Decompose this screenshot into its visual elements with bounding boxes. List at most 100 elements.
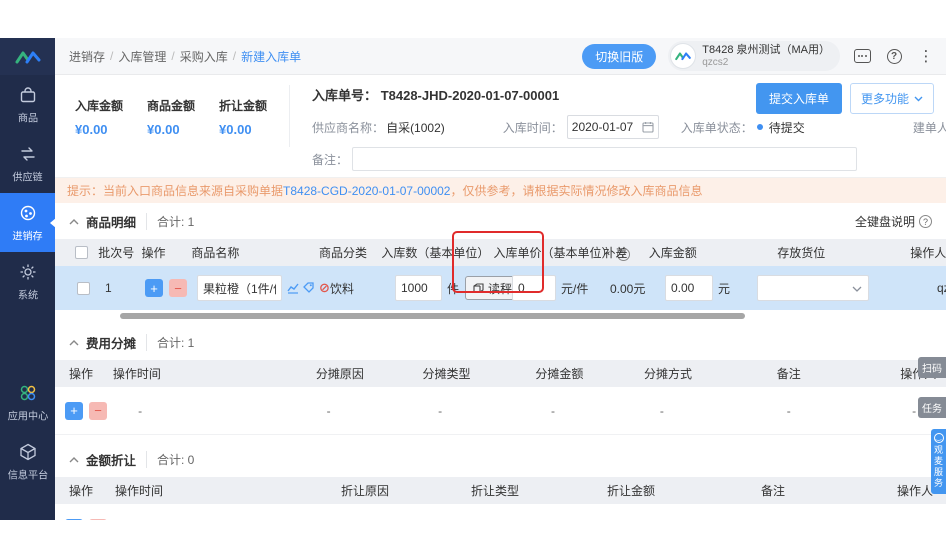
avatar: [670, 43, 697, 69]
breadcrumb-item[interactable]: 采购入库: [180, 48, 228, 65]
submit-inbound-order-button[interactable]: 提交入库单: [755, 83, 842, 114]
hint-text-after: ，仅供参考，请根据实际情况修改入库商品信息: [450, 184, 703, 198]
remark-input[interactable]: [352, 147, 858, 171]
col-op: 操作: [141, 246, 166, 260]
collapse-chevron-icon[interactable]: [69, 456, 79, 463]
section-title: 金额折让: [86, 454, 137, 468]
col-type: 分摊类型: [422, 367, 471, 381]
unit-price-input[interactable]: [512, 275, 556, 301]
section-total: 合计: 0: [146, 451, 194, 468]
sidebar-item-app-center[interactable]: 应用中心: [0, 373, 55, 432]
app-window: 商品 供应链 进销存 系统 应用中心 信息平台 进销存 / 入库管理 / 采购入…: [0, 38, 946, 520]
cell-dash: -: [659, 403, 664, 418]
chevron-down-icon: [852, 286, 862, 292]
order-header-card: 入库金额 ¥0.00 商品金额 ¥0.00 折让金额 ¥0.00 入库单号： T…: [55, 75, 946, 178]
col-time: 操作时间: [115, 484, 164, 498]
qty-input[interactable]: [395, 275, 442, 301]
inbound-time-label: 入库时间：: [502, 120, 563, 135]
horizontal-scrollbar[interactable]: [65, 312, 932, 320]
tag-icon[interactable]: [303, 282, 315, 294]
summary-value: ¥0.00: [147, 122, 180, 137]
amount-discount-row[interactable]: + − - - - - - -: [55, 504, 946, 520]
trend-chart-icon[interactable]: [287, 282, 299, 294]
order-status-label: 入库单状态：: [680, 120, 753, 135]
supply-chain-arrows-icon: [17, 143, 39, 165]
messages-icon[interactable]: [852, 46, 872, 66]
calendar-icon: [642, 122, 654, 133]
product-name-input[interactable]: [197, 275, 282, 301]
category-value: 饮料: [330, 281, 355, 296]
sidebar-item-supply-chain[interactable]: 供应链: [0, 134, 55, 193]
remove-row-button[interactable]: −: [89, 518, 107, 520]
order-no-label: 入库单号：: [312, 88, 378, 103]
cell-dash: -: [551, 403, 556, 418]
source-order-link[interactable]: T8428-CGD-2020-01-07-00002: [283, 184, 450, 198]
task-tab[interactable]: 任务: [918, 397, 946, 418]
switch-old-version-button[interactable]: 切换旧版: [582, 43, 657, 69]
col-operator: 操作人: [910, 246, 946, 260]
summary-label: 折让金额: [219, 99, 268, 113]
col-type: 折让类型: [471, 484, 520, 498]
product-table-header: 批次号 操作 商品名称 商品分类 入库数（基本单位） 入库单价（基本单位） ? …: [55, 239, 946, 266]
keyboard-help-icon[interactable]: ?: [919, 215, 932, 228]
select-all-checkbox[interactable]: [75, 246, 89, 259]
forbidden-icon[interactable]: ⊘: [319, 280, 330, 296]
add-row-button[interactable]: +: [65, 401, 83, 420]
sidebar-item-label: 系统: [17, 290, 38, 302]
source-hint-bar: 提示：当前入口商品信息来源自采购单据T8428-CGD-2020-01-07-0…: [55, 178, 946, 203]
col-amount: 分摊金额: [535, 367, 584, 381]
more-functions-button[interactable]: 更多功能: [849, 83, 934, 114]
breadcrumb-separator: /: [171, 49, 175, 63]
col-price: 入库单价（基本单位） ?: [494, 244, 630, 261]
col-remark: 备注: [776, 367, 801, 381]
col-category: 商品分类: [318, 246, 367, 260]
cost-share-row[interactable]: + − - - - - - - -: [55, 387, 946, 435]
help-icon[interactable]: ?: [884, 46, 904, 66]
scan-code-tab[interactable]: 扫码: [918, 357, 946, 378]
summary-value: ¥0.00: [219, 122, 252, 137]
col-location: 存放货位: [777, 246, 826, 260]
remove-row-button[interactable]: −: [169, 279, 187, 297]
amount-input[interactable]: [665, 275, 713, 301]
header-actions: 提交入库单 更多功能: [755, 83, 934, 114]
scale-icon: [473, 282, 484, 293]
col-batch: 批次号: [98, 246, 135, 260]
col-amount: 折让金额: [607, 484, 656, 498]
collapse-chevron-icon[interactable]: [69, 218, 79, 225]
main-content: 入库金额 ¥0.00 商品金额 ¥0.00 折让金额 ¥0.00 入库单号： T…: [55, 75, 946, 520]
sidebar-item-label: 应用中心: [7, 411, 48, 423]
price-unit: 元/件: [561, 281, 589, 296]
product-detail-section: 商品明细 合计: 1 全键盘说明 ? 批次号 操作 商品名称 商品分类 入库数（…: [55, 203, 946, 320]
add-row-button[interactable]: +: [145, 279, 163, 297]
breadcrumb-item[interactable]: 进销存: [69, 48, 105, 65]
sidebar-item-system[interactable]: 系统: [0, 252, 55, 311]
sidebar-item-inventory[interactable]: 进销存: [0, 193, 56, 252]
add-row-button[interactable]: +: [65, 518, 83, 520]
summary-goods-amount: 商品金额 ¥0.00: [147, 97, 195, 147]
order-status-value: 待提交: [768, 120, 805, 135]
read-scale-button[interactable]: 读秤: [465, 276, 520, 300]
storage-location-select[interactable]: [757, 275, 869, 301]
remove-row-button[interactable]: −: [89, 401, 107, 420]
row-checkbox[interactable]: [76, 281, 90, 295]
operator-value: qzcs2: [937, 281, 946, 295]
sidebar-item-label: 进销存: [12, 231, 43, 243]
amount-unit: 元: [718, 281, 731, 296]
sidebar-item-goods[interactable]: 商品: [0, 75, 55, 134]
collapse-chevron-icon[interactable]: [69, 339, 79, 346]
breadcrumb-item[interactable]: 入库管理: [118, 48, 166, 65]
col-remark: 备注: [761, 484, 786, 498]
kebab-menu-icon[interactable]: ⋮: [916, 46, 936, 66]
app-center-icon: [17, 382, 39, 404]
sidebar-item-info-platform[interactable]: 信息平台: [0, 432, 55, 491]
cell-dash: -: [438, 403, 443, 418]
scrollbar-thumb[interactable]: [120, 313, 745, 319]
remark-label: 备注：: [312, 152, 349, 167]
app-logo[interactable]: [0, 38, 55, 75]
amount-summary: 入库金额 ¥0.00 商品金额 ¥0.00 折让金额 ¥0.00: [69, 85, 291, 147]
service-tab[interactable]: ‿ 观麦服务: [931, 429, 946, 494]
product-row[interactable]: 1 + − ⊘ 饮料: [55, 266, 946, 310]
keyboard-help-label[interactable]: 全键盘说明: [855, 213, 915, 230]
user-account-chip[interactable]: T8428 泉州测试（MA用） qzcs2: [668, 41, 840, 71]
col-subsidy: 补差: [603, 246, 628, 260]
